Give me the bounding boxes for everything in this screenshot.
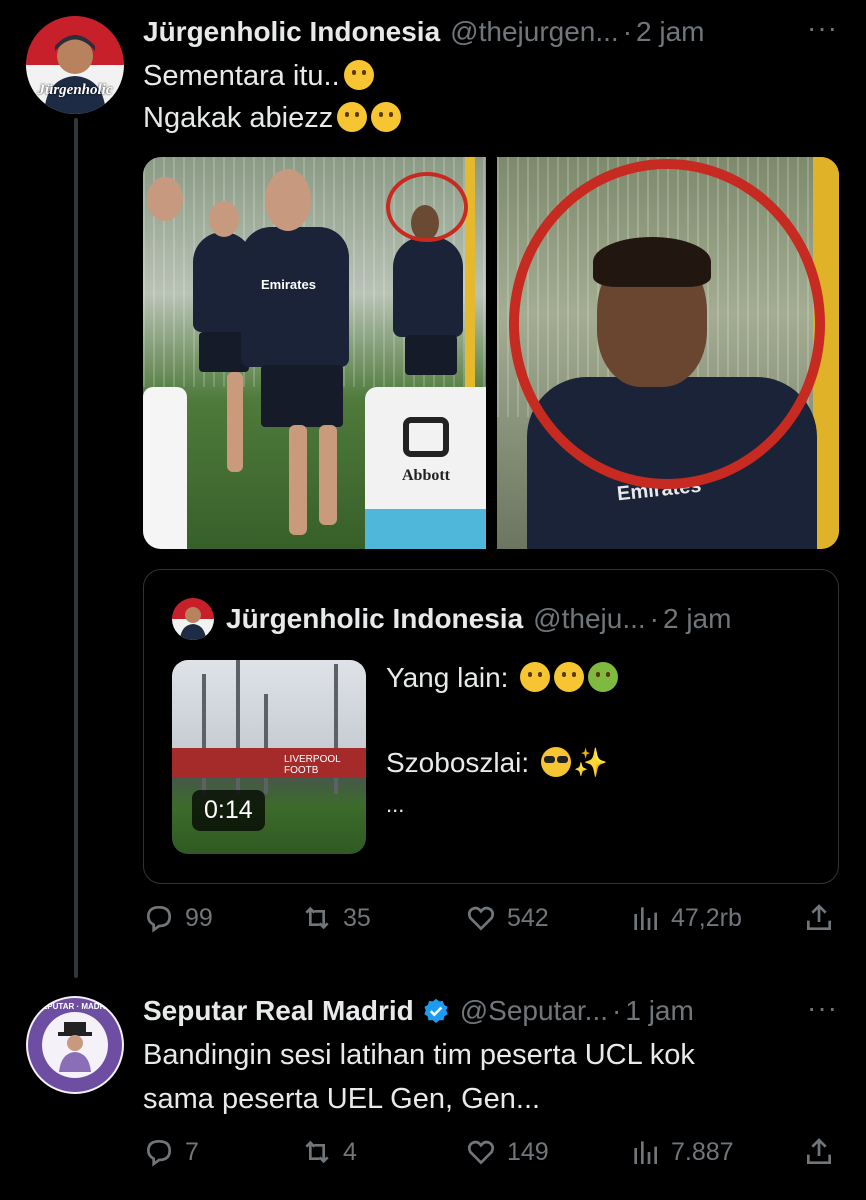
floodlight — [264, 694, 268, 794]
views-icon — [634, 1141, 657, 1164]
more-icon[interactable]: ··· — [807, 992, 838, 1024]
tweet-actions: 7 4 149 7.887 — [143, 1136, 839, 1176]
stadium-sign: LIVERPOOL FOOTB — [284, 754, 341, 776]
like-icon — [467, 906, 495, 931]
avatar-jurgenholic[interactable]: Jürgenholic — [26, 16, 124, 114]
avatar-logo-text: SEPUTAR · MADRID — [36, 1002, 114, 1011]
views-count: 47,2rb — [671, 903, 742, 932]
quoted-tweet[interactable]: Jürgenholic Indonesia @theju... · 2 jam … — [143, 569, 839, 884]
verified-badge-icon — [424, 998, 448, 1024]
highlight-circle — [509, 159, 825, 489]
tired-face-emoji-icon — [554, 662, 585, 692]
reply-button[interactable]: 7 — [143, 1136, 199, 1168]
player-shorts-main — [261, 365, 343, 427]
repost-button[interactable]: 35 — [301, 902, 371, 934]
player-leg — [289, 425, 307, 535]
shirt-sponsor: Emirates — [261, 277, 316, 292]
tweet-text: sama peserta UEL Gen, Gen... — [143, 1083, 541, 1115]
tweet-text: Ngakak abiezz — [143, 102, 334, 134]
highlight-circle — [386, 172, 468, 242]
separator-dot: · — [622, 16, 633, 47]
tweet-actions: 99 35 542 47,2rb — [143, 902, 839, 942]
share-icon — [807, 1138, 831, 1164]
sparkles-emoji-icon: ✨ — [572, 747, 608, 778]
share-icon — [807, 904, 831, 930]
quoted-text: Szoboszlai: — [386, 747, 530, 778]
loudly-crying-emoji-icon — [371, 102, 402, 132]
reply-icon — [146, 905, 172, 933]
abbott-logo-icon — [403, 417, 449, 457]
player-head — [209, 201, 239, 237]
separator-dot: · — [649, 603, 659, 634]
like-count: 542 — [507, 903, 549, 932]
repost-icon — [305, 906, 329, 930]
like-count: 149 — [507, 1137, 549, 1166]
player-head-main — [265, 169, 311, 231]
quoted-text: Yang lain: — [386, 662, 509, 693]
like-button[interactable]: 542 — [465, 902, 549, 934]
author-name[interactable]: Seputar Real Madrid — [143, 995, 414, 1027]
video-duration: 0:14 — [192, 790, 265, 831]
tweet-text: Bandingin sesi latihan tim peserta UCL k… — [143, 1039, 695, 1071]
tweet-text-line-2: Ngakak abiezz — [143, 97, 402, 139]
views-count: 7.887 — [671, 1137, 734, 1166]
separator-dot: · — [612, 995, 622, 1026]
player-leg — [319, 425, 337, 525]
quoted-header: Jürgenholic Indonesia @theju... · 2 jam — [226, 603, 731, 635]
quoted-author-handle: @theju... — [533, 603, 646, 634]
quoted-timestamp: 2 jam — [662, 603, 732, 634]
more-icon[interactable]: ··· — [807, 12, 838, 44]
tweet-text: Sementara itu.. — [143, 60, 340, 92]
player-leg — [227, 372, 243, 472]
rolling-laughing-emoji-icon — [337, 102, 368, 132]
tweet-image-right[interactable]: Emirates — [497, 157, 839, 549]
repost-count: 35 — [343, 903, 371, 932]
quoted-video-thumbnail[interactable]: LIVERPOOL FOOTB 0:14 — [172, 660, 366, 854]
views-button[interactable]: 47,2rb — [629, 902, 742, 934]
player-shorts — [405, 335, 457, 375]
reply-count: 7 — [185, 1137, 199, 1166]
author-handle[interactable]: @thejurgen... — [450, 16, 619, 48]
timestamp[interactable]: 2 jam — [636, 16, 704, 48]
coach-figure — [143, 387, 187, 549]
views-icon — [634, 907, 657, 930]
water-cooler: Abbott — [365, 387, 486, 549]
reply-count: 99 — [185, 903, 213, 932]
avatar-logo-text: Jürgenholic — [37, 82, 113, 98]
avatar-seputar-real-madrid[interactable]: SEPUTAR · MADRID — [26, 996, 124, 1094]
face-with-hand-over-mouth-emoji-icon — [343, 60, 374, 90]
quoted-author-name: Jürgenholic Indonesia — [226, 603, 524, 634]
goal-post — [465, 157, 475, 397]
cooler-brand: Abbott — [401, 467, 450, 484]
share-button[interactable] — [803, 902, 845, 934]
share-button[interactable] — [803, 1136, 845, 1168]
repost-button[interactable]: 4 — [301, 1136, 357, 1168]
tweet-image-left[interactable]: Emirates Abbott — [143, 157, 486, 549]
repost-icon — [305, 1140, 329, 1164]
quoted-ellipsis: ... — [386, 792, 405, 817]
nauseated-face-emoji-icon — [588, 662, 619, 692]
player-figure-circled — [393, 237, 463, 337]
quoted-text-line-1: Yang lain: — [386, 662, 619, 694]
tweet-text-line-1: Sementara itu.. — [143, 55, 374, 97]
reply-icon — [146, 1139, 172, 1167]
tweet-header: Seputar Real Madrid @Seputar... · 1 jam — [143, 995, 694, 1027]
quoted-avatar[interactable] — [172, 598, 214, 640]
reply-button[interactable]: 99 — [143, 902, 213, 934]
repost-count: 4 — [343, 1137, 357, 1166]
coach-head — [147, 177, 183, 221]
like-icon — [467, 1140, 495, 1165]
quoted-text-line-2: Szoboszlai: ✨ — [386, 746, 608, 779]
player-figure-main — [241, 227, 349, 367]
sunglasses-emoji-icon — [540, 747, 571, 777]
author-handle[interactable]: @Seputar... — [460, 995, 608, 1027]
views-button[interactable]: 7.887 — [629, 1136, 734, 1168]
tired-face-emoji-icon — [520, 662, 551, 692]
like-button[interactable]: 149 — [465, 1136, 549, 1168]
author-name[interactable]: Jürgenholic Indonesia — [143, 16, 440, 48]
timestamp[interactable]: 1 jam — [625, 995, 693, 1027]
tweet-header: Jürgenholic Indonesia @thejurgen... · 2 … — [143, 16, 705, 48]
thread-line — [74, 118, 78, 978]
cooler-base — [365, 509, 486, 549]
